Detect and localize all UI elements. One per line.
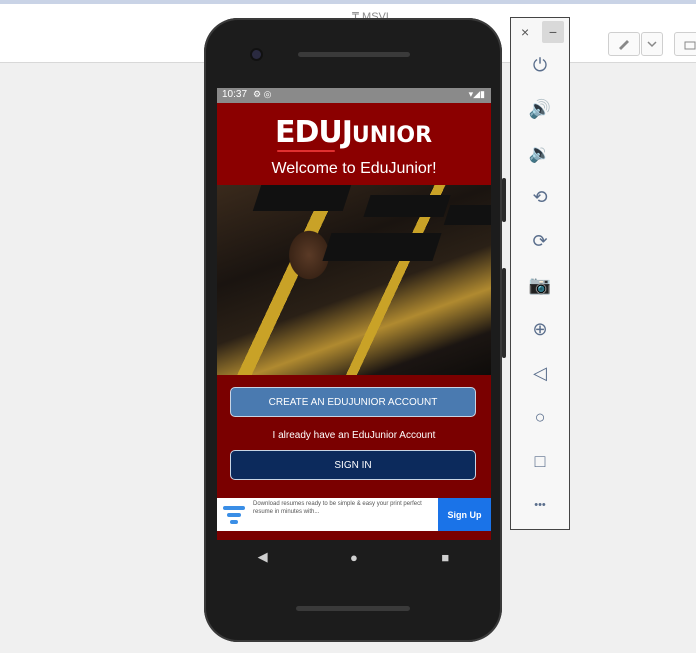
volume-down-icon[interactable]: 🔉 [511, 136, 569, 170]
nav-recents-icon[interactable]: ■ [430, 550, 460, 565]
zoom-icon[interactable]: ⊕ [511, 312, 569, 346]
status-right-icons: ▾◢▮ [468, 89, 485, 99]
phone-screen: 10:37 ⚙ ◎ ▾◢▮ EDUJUNIOR Welcome to EduJu… [217, 88, 491, 540]
home-icon[interactable]: ○ [511, 400, 569, 434]
power-icon[interactable]: ⏻ [511, 48, 569, 82]
graduation-cap [252, 185, 352, 211]
host-title-bar [0, 0, 696, 4]
create-account-button[interactable]: CREATE AN EDUJUNIOR ACCOUNT [230, 387, 476, 417]
rotate-left-icon[interactable]: ⟲ [511, 180, 569, 214]
graduation-cap [322, 233, 442, 261]
minimize-icon[interactable]: − [542, 21, 564, 43]
ad-logo-icon [223, 506, 245, 524]
front-camera [252, 50, 261, 59]
layer-icon[interactable] [674, 32, 696, 56]
logo-swoosh [277, 150, 335, 152]
camera-icon[interactable]: 📷 [511, 268, 569, 302]
graduation-cap [443, 205, 491, 225]
ad-banner[interactable]: Download resumes ready to be simple & ea… [217, 498, 491, 531]
graduation-cap [363, 195, 451, 217]
already-have-account-text: I already have an EduJunior Account [272, 430, 436, 441]
phone-volume-button[interactable] [502, 268, 506, 358]
ad-text: Download resumes ready to be simple & ea… [253, 501, 422, 515]
volume-up-icon[interactable]: 🔊 [511, 92, 569, 126]
app-header: EDUJUNIOR Welcome to EduJunior! [217, 103, 491, 185]
status-bar: 10:37 ⚙ ◎ ▾◢▮ [217, 88, 491, 103]
top-speaker [298, 52, 410, 57]
bottom-speaker [296, 606, 410, 611]
more-icon[interactable]: ••• [511, 488, 569, 522]
nav-home-icon[interactable]: ● [339, 550, 369, 565]
sign-in-button[interactable]: SIGN IN [230, 450, 476, 480]
status-time: 10:37 [222, 89, 248, 100]
android-nav-bar: ◀ ● ■ [217, 540, 491, 574]
phone-power-button[interactable] [502, 178, 506, 222]
pen-icon[interactable] [608, 32, 640, 56]
back-icon[interactable]: ◁ [511, 356, 569, 390]
emulator-control-panel: × − ⏻ 🔊 🔉 ⟲ ⟳ 📷 ⊕ ◁ ○ □ ••• [510, 17, 570, 530]
phone-frame: 10:37 ⚙ ◎ ▾◢▮ EDUJUNIOR Welcome to EduJu… [204, 18, 506, 642]
close-icon[interactable]: × [521, 24, 529, 40]
edujunior-logo: EDUJUNIOR [275, 115, 433, 152]
nav-back-icon[interactable]: ◀ [248, 549, 278, 565]
chevron-down-icon[interactable] [641, 32, 663, 56]
ad-sign-up-button[interactable]: Sign Up [438, 498, 491, 531]
overview-icon[interactable]: □ [511, 444, 569, 478]
welcome-heading: Welcome to EduJunior! [271, 160, 437, 177]
status-left-icons: ⚙ ◎ [253, 89, 272, 99]
rotate-right-icon[interactable]: ⟳ [511, 224, 569, 258]
graduates-hero-image [217, 185, 491, 375]
